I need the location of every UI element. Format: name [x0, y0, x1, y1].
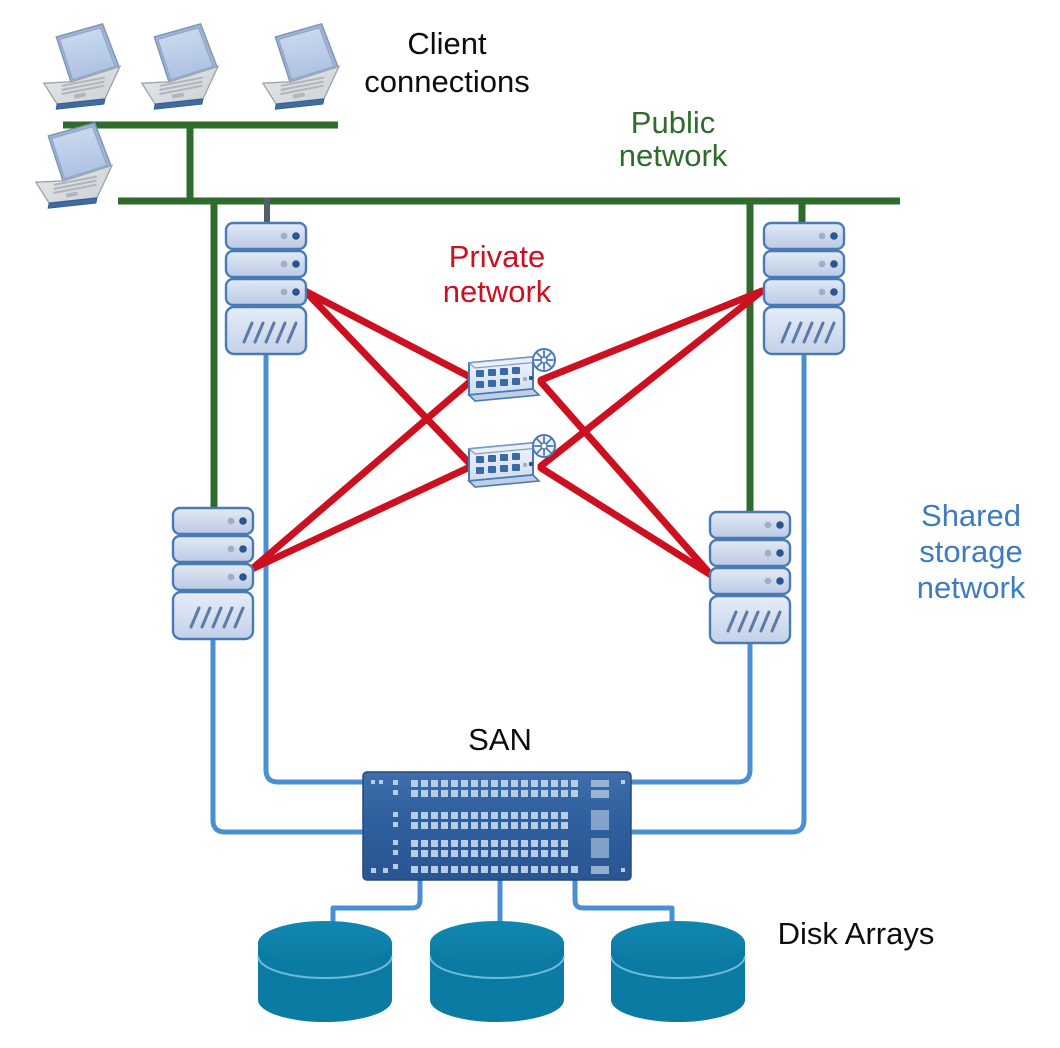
- server-led-active-3: [776, 577, 784, 585]
- server-led-active-2: [239, 545, 247, 553]
- private-link-bottom-left-to-switch-upper: [248, 376, 476, 573]
- storage-link-bottom-left-to-san: [210, 638, 366, 835]
- server-led-dim-1: [280, 232, 288, 240]
- switch-fan-icon: [532, 434, 556, 458]
- server-led-dim-1: [764, 521, 772, 529]
- disk-array-1[interactable]: [257, 921, 393, 1022]
- disk-array-2[interactable]: [429, 921, 565, 1022]
- server-led-dim-2: [280, 260, 288, 268]
- server-led-dim-3: [818, 288, 826, 296]
- client-laptop-3[interactable]: [254, 22, 346, 114]
- client-laptops-group: [27, 22, 346, 213]
- private-network-label-line1: Private: [449, 239, 545, 274]
- server-led-active-1: [830, 232, 838, 240]
- san-label: SAN: [468, 722, 532, 757]
- server-led-dim-2: [764, 549, 772, 557]
- private-network-switch-upper[interactable]: [467, 348, 556, 402]
- disk-array-3[interactable]: [610, 921, 746, 1022]
- client-laptop-2[interactable]: [133, 22, 225, 114]
- client-laptop-4[interactable]: [27, 121, 119, 213]
- client-laptop-1[interactable]: [35, 22, 127, 114]
- disk-array-top: [611, 921, 745, 965]
- private-network-label-line2: network: [443, 274, 552, 309]
- server-led-dim-3: [280, 288, 288, 296]
- server-led-active-1: [292, 232, 300, 240]
- switch-status-led-active: [529, 462, 533, 466]
- server-led-dim-3: [227, 573, 235, 581]
- server-led-dim-3: [764, 577, 772, 585]
- storage-link-bottom-right-to-san: [628, 642, 753, 785]
- diagram-canvas: Client connections Public network Privat…: [27, 22, 1026, 1022]
- disk-array-top: [258, 921, 392, 965]
- san-fabric-switch[interactable]: [362, 771, 632, 881]
- cluster-node-top-left[interactable]: [224, 221, 308, 356]
- private-link-top-right-to-switch-lower: [537, 287, 766, 470]
- server-led-active-2: [830, 260, 838, 268]
- server-led-dim-1: [227, 517, 235, 525]
- disk-arrays-group: [257, 921, 746, 1022]
- private-link-bottom-left-to-switch-lower: [248, 462, 476, 573]
- private-link-bottom-right-to-switch-lower: [537, 464, 715, 579]
- network-topology-diagram: Client connections Public network Privat…: [0, 0, 1060, 1048]
- public-network-label-line1: Public: [631, 105, 715, 140]
- cluster-node-bottom-left[interactable]: [171, 506, 255, 641]
- server-led-active-2: [292, 260, 300, 268]
- private-link-top-left-to-switch-lower: [301, 287, 476, 470]
- disk-array-top: [430, 921, 564, 965]
- public-network-label-line2: network: [619, 138, 728, 173]
- server-led-active-3: [239, 573, 247, 581]
- private-network-links: [248, 287, 766, 579]
- switch-status-led-dim: [523, 463, 527, 467]
- server-led-dim-2: [227, 545, 235, 553]
- server-led-active-3: [292, 288, 300, 296]
- shared-storage-label-line3: network: [917, 570, 1026, 605]
- server-led-active-1: [239, 517, 247, 525]
- switch-fan-icon: [532, 348, 556, 372]
- server-led-active-1: [776, 521, 784, 529]
- shared-storage-label-line1: Shared: [921, 498, 1021, 533]
- shared-storage-label-line2: storage: [919, 534, 1022, 569]
- cluster-node-top-right[interactable]: [762, 221, 846, 356]
- switch-status-led-dim: [523, 377, 527, 381]
- server-led-dim-1: [818, 232, 826, 240]
- cluster-node-bottom-right[interactable]: [708, 510, 792, 645]
- client-connections-label-line2: connections: [364, 64, 529, 99]
- switch-status-led-active: [529, 376, 533, 380]
- client-connections-label-line1: Client: [407, 26, 487, 61]
- server-led-dim-2: [818, 260, 826, 268]
- server-led-active-3: [830, 288, 838, 296]
- storage-link-top-left-to-san: [263, 353, 366, 785]
- private-link-top-right-to-switch-upper: [537, 287, 766, 384]
- private-link-bottom-right-to-switch-upper: [537, 378, 715, 579]
- server-led-active-2: [776, 549, 784, 557]
- disk-arrays-label: Disk Arrays: [778, 916, 935, 951]
